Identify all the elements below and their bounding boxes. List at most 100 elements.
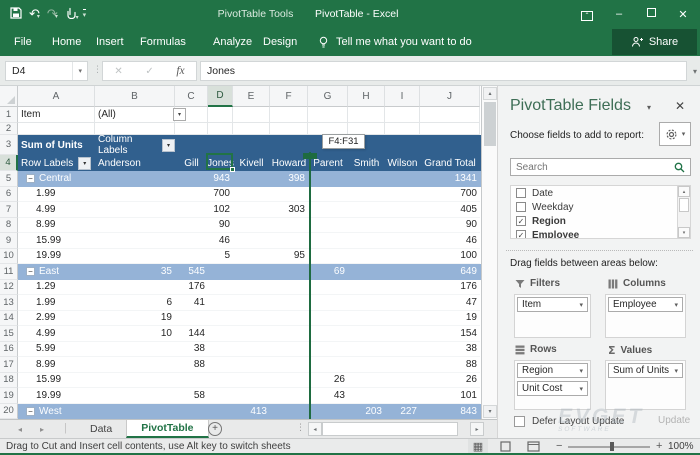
cell-C7[interactable] [175,202,208,218]
cell-A1[interactable]: Item [18,107,95,123]
zoom-slider-thumb[interactable] [610,442,614,451]
cell-I12[interactable] [385,280,420,296]
zoom-out-button[interactable]: − [556,440,562,452]
row-number-17[interactable]: 17 [0,357,18,373]
cell-H1[interactable] [348,107,385,123]
cell-C18[interactable] [175,373,208,389]
cell-F14[interactable] [270,311,308,327]
cell-J1[interactable] [420,107,480,123]
cell-E8[interactable] [233,218,270,234]
cell-G1[interactable] [308,107,348,123]
cell-C5[interactable] [175,171,208,187]
cell-I20[interactable]: 227 [385,404,420,420]
name-box-dropdown-icon[interactable]: ▾ [72,62,87,80]
values-area[interactable]: Sum of Units▾ [605,360,686,410]
formula-bar-input[interactable]: Jones [200,61,687,81]
row-number-7[interactable]: 7 [0,202,18,218]
cell-C11[interactable]: 545 [175,264,208,280]
field-item-date[interactable]: Date [511,186,690,200]
cell-B1[interactable]: (All)▾ [95,107,175,123]
field-scroll-down-icon[interactable]: ▾ [678,227,690,238]
columns-area[interactable]: Employee▾ [605,294,686,338]
column-header-D[interactable]: D [208,86,233,107]
cell-A7[interactable]: 4.99 [18,202,95,218]
cell-E10[interactable] [233,249,270,265]
touch-dropdown-icon[interactable]: ▾ [76,15,79,21]
cell-I5[interactable] [385,171,420,187]
column-header-C[interactable]: C [175,86,208,107]
cell-B13[interactable]: 6 [95,295,175,311]
cell-G9[interactable] [308,233,348,249]
cell-J10[interactable]: 100 [420,249,480,265]
cell-G10[interactable] [308,249,348,265]
cell-J13[interactable]: 47 [420,295,480,311]
select-all-corner[interactable] [0,86,18,107]
sheet-tab-pivottable[interactable]: PivotTable [126,420,208,438]
rows-field-pill[interactable]: Unit Cost▾ [517,381,588,396]
cell-H7[interactable] [348,202,385,218]
cell-D8[interactable]: 90 [208,218,233,234]
cell-B18[interactable] [95,373,175,389]
cell-A11[interactable]: −East [18,264,95,280]
cell-G14[interactable] [308,311,348,327]
column-header-J[interactable]: J [420,86,480,107]
cell-J15[interactable]: 154 [420,326,480,342]
formula-bar-expand-icon[interactable]: ▾ [693,67,697,76]
cell-A18[interactable]: 15.99 [18,373,95,389]
horizontal-scrollbar[interactable] [322,422,458,436]
cell-H10[interactable] [348,249,385,265]
ribbon-tab-home[interactable]: Home [52,28,81,56]
cell-G5[interactable] [308,171,348,187]
row-number-6[interactable]: 6 [0,187,18,203]
cell-B15[interactable]: 10 [95,326,175,342]
cell-B6[interactable] [95,187,175,203]
cell-A13[interactable]: 1.99 [18,295,95,311]
search-input[interactable]: Search [510,158,691,176]
field-pill-dropdown-icon[interactable]: ▾ [579,301,583,309]
cell-J9[interactable]: 46 [420,233,480,249]
cell-D11[interactable] [208,264,233,280]
share-button[interactable]: Share [612,29,697,55]
column-header-G[interactable]: G [308,86,348,107]
cell-D13[interactable] [208,295,233,311]
cell-H4[interactable]: Smith [348,155,385,171]
cell-D16[interactable] [208,342,233,358]
cell-I9[interactable] [385,233,420,249]
zoom-slider-track[interactable] [568,446,650,448]
cell-I15[interactable] [385,326,420,342]
cell-G18[interactable]: 26 [308,373,348,389]
cell-A15[interactable]: 4.99 [18,326,95,342]
zoom-in-button[interactable]: + [656,440,662,452]
row-number-3[interactable]: 3 [0,135,18,155]
cell-B20[interactable] [95,404,175,420]
row-number-1[interactable]: 1 [0,107,18,123]
cell-C16[interactable]: 38 [175,342,208,358]
field-checkbox[interactable] [516,188,526,198]
cell-H14[interactable] [348,311,385,327]
field-checkbox[interactable]: ✓ [516,216,526,226]
tell-me-box[interactable]: Tell me what you want to do [318,28,472,56]
cell-J20[interactable]: 843 [420,404,480,420]
cell-I16[interactable] [385,342,420,358]
cell-A5[interactable]: −Central [18,171,95,187]
row-number-11[interactable]: 11 [0,264,18,280]
cell-G17[interactable] [308,357,348,373]
row-number-5[interactable]: 5 [0,171,18,187]
cell-C20[interactable] [175,404,208,420]
row-number-10[interactable]: 10 [0,249,18,265]
cell-E13[interactable] [233,295,270,311]
cell-F9[interactable] [270,233,308,249]
column-header-A[interactable]: A [18,86,95,107]
cell-F16[interactable] [270,342,308,358]
vertical-scrollbar[interactable]: ▴ ▾ [481,86,497,419]
touch-mode-button[interactable]: ▾ [65,7,79,22]
cell-E3[interactable] [233,135,270,155]
cell-E5[interactable] [233,171,270,187]
confirm-entry-icon[interactable]: ✓ [145,66,153,77]
cell-J2[interactable] [420,123,480,135]
cell-D18[interactable] [208,373,233,389]
cell-B19[interactable] [95,388,175,404]
cell-B4[interactable]: Anderson [95,155,175,171]
cell-C9[interactable] [175,233,208,249]
ribbon-display-options-button[interactable]: ⌃ [578,8,596,21]
